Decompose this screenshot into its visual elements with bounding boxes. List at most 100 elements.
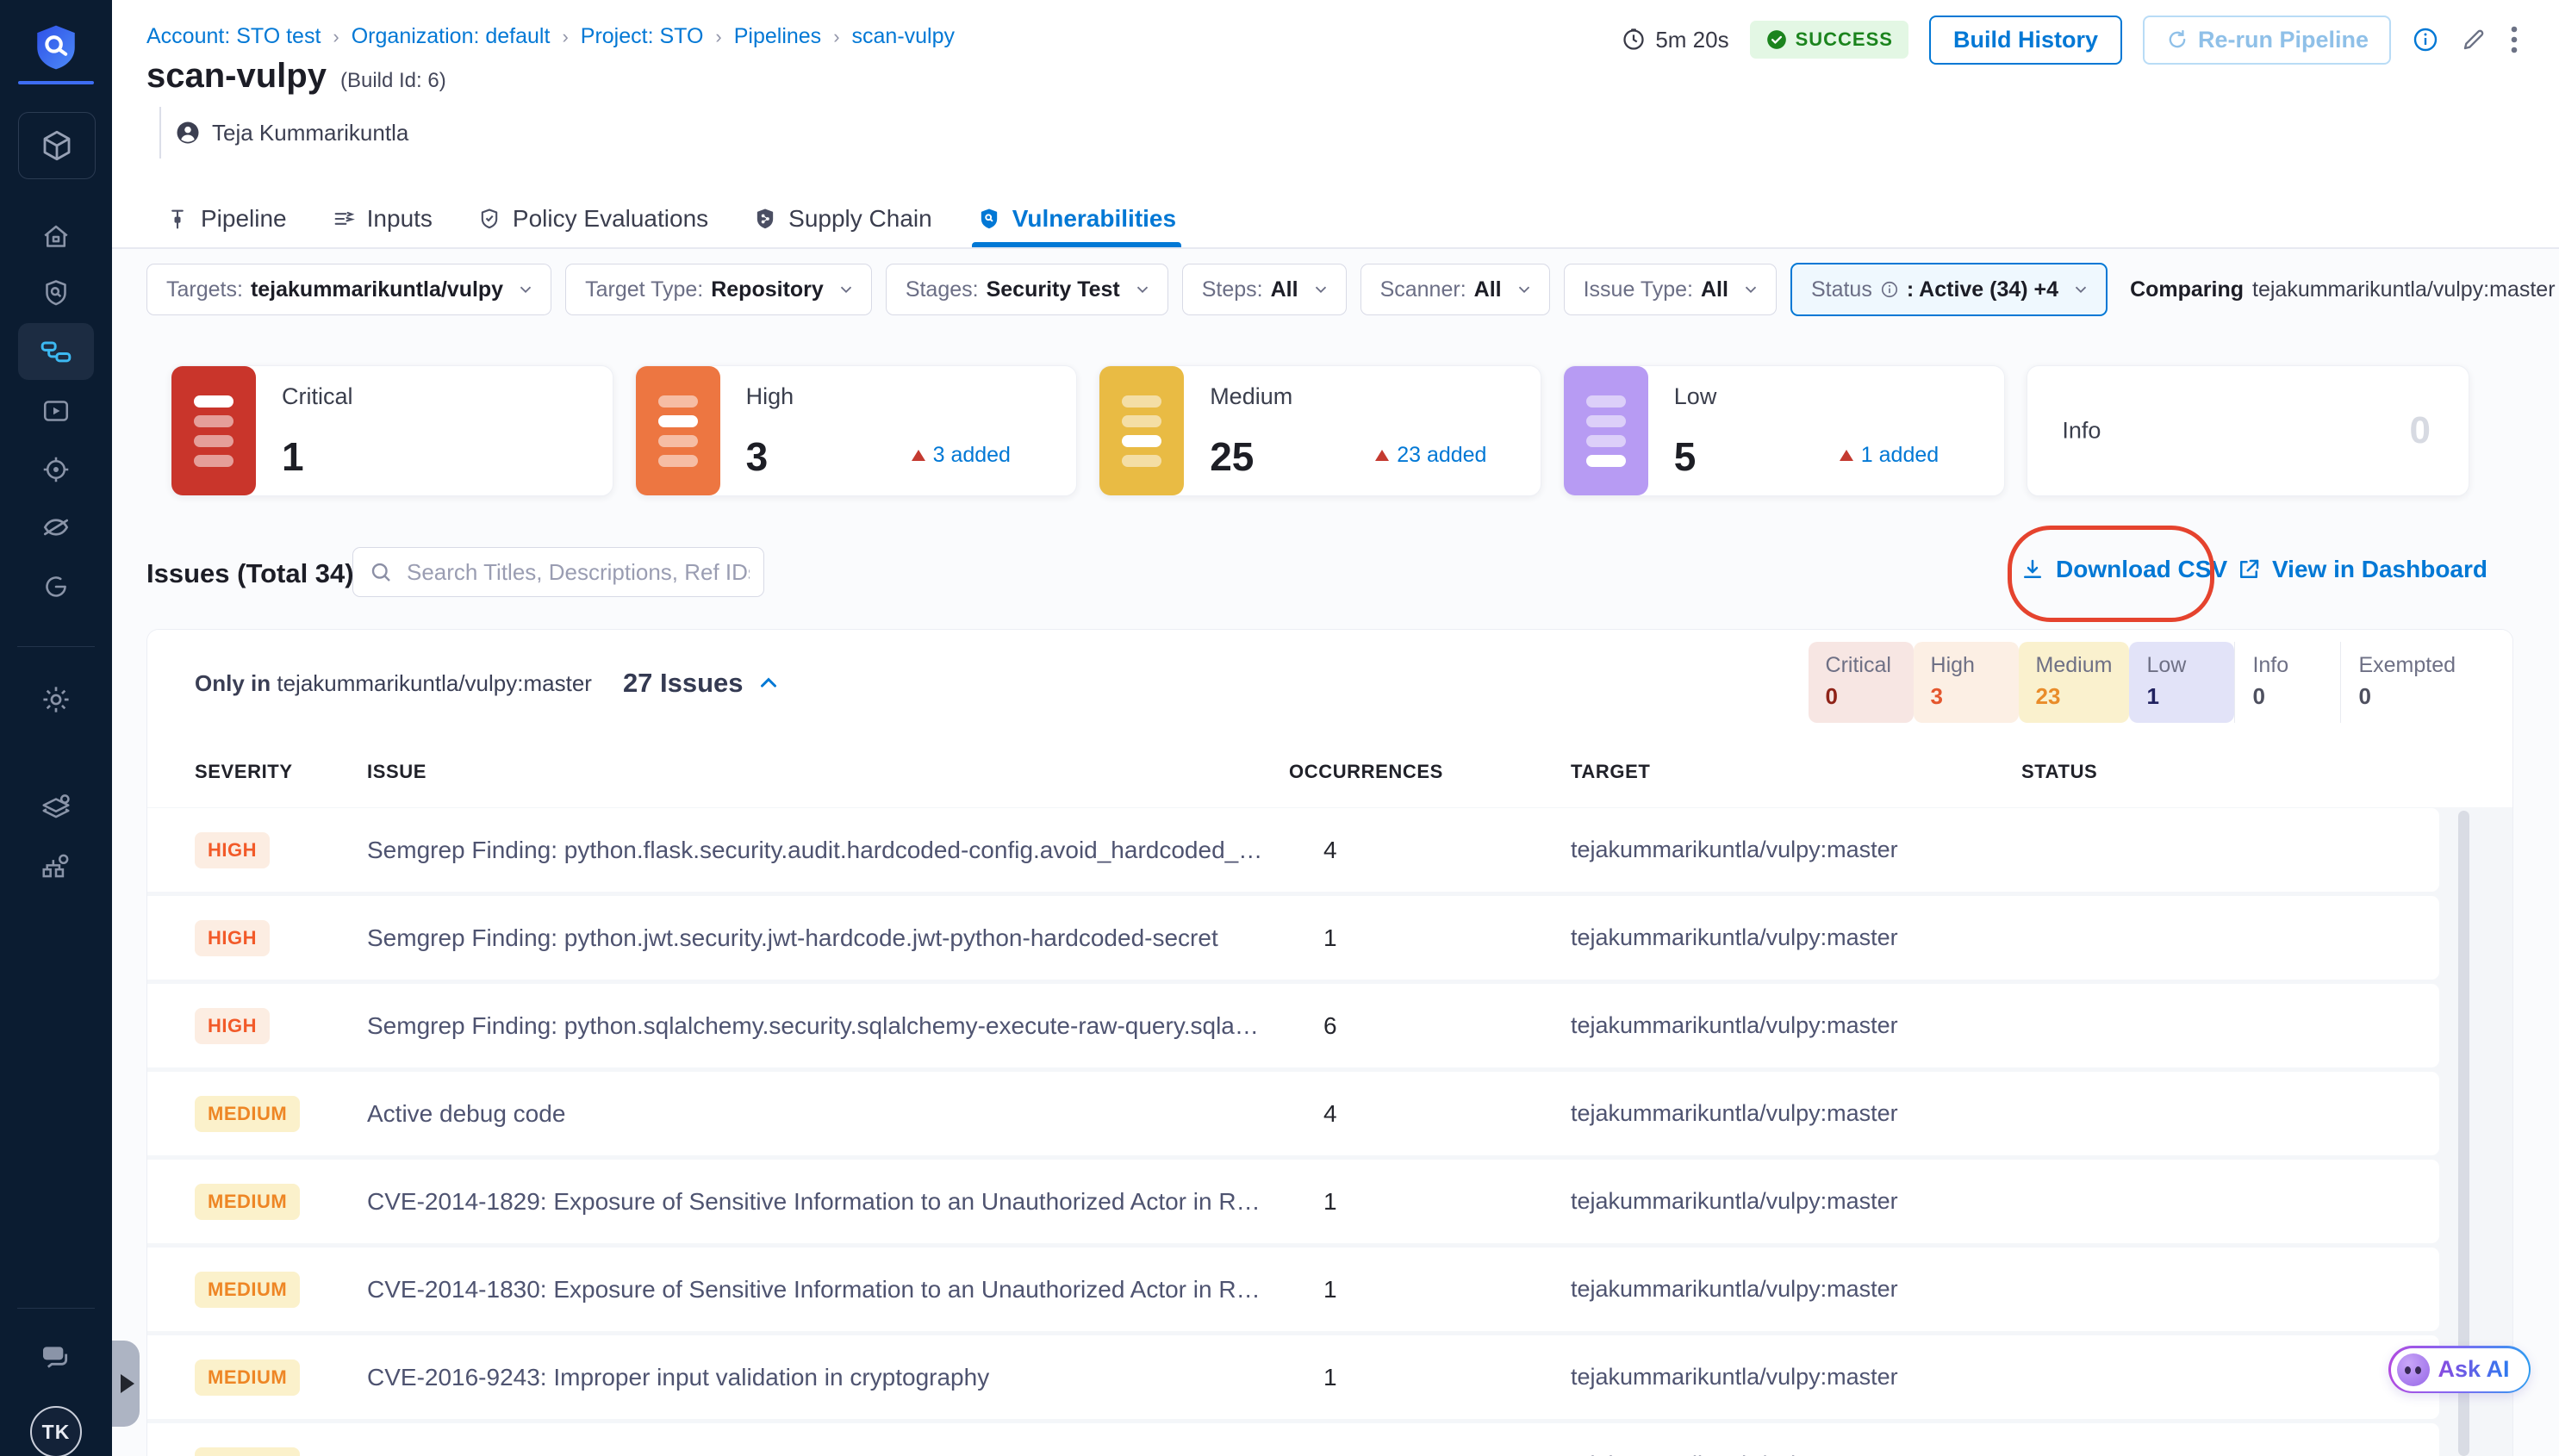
filter-issue-type[interactable]: Issue Type: All (1564, 264, 1777, 315)
nav-home-icon[interactable] (40, 221, 72, 252)
nav-getting-started-icon[interactable] (40, 571, 72, 602)
filter-target-type[interactable]: Target Type: Repository (565, 264, 872, 315)
left-nav-sidebar: ? TK (0, 0, 112, 1456)
chevron-down-icon (837, 280, 856, 299)
tab-pipeline[interactable]: Pipeline (165, 190, 287, 247)
tab-supply-chain[interactable]: Supply Chain (753, 190, 932, 247)
filter-value: : Active (34) +4 (1907, 277, 2058, 302)
filter-label: Issue Type: (1584, 277, 1693, 302)
issue-row-partial[interactable]: MEDIUM CVE-2017-11424: PyJWT vulnerable … (147, 1423, 2439, 1456)
tab-inputs[interactable]: Inputs (332, 190, 433, 247)
col-severity: SEVERITY (195, 761, 367, 783)
card-high[interactable]: High 3 3 added (635, 365, 1078, 496)
breadcrumb-project[interactable]: Project: STO (581, 24, 704, 49)
more-options-kebab-icon[interactable] (2508, 24, 2520, 55)
issue-row[interactable]: MEDIUM CVE-2014-1830: Exposure of Sensit… (147, 1248, 2439, 1331)
card-low[interactable]: Low 5 1 added (1563, 365, 2006, 496)
info-circle-icon (1880, 280, 1899, 299)
tab-label: Supply Chain (788, 205, 932, 233)
info-icon[interactable] (2412, 26, 2439, 53)
breadcrumb-account[interactable]: Account: STO test (146, 24, 321, 49)
nav-targets-icon[interactable] (40, 454, 72, 485)
severity-badge: HIGH (195, 920, 270, 956)
chevron-down-icon (516, 280, 535, 299)
issues-table-body: HIGH Semgrep Finding: python.flask.secur… (147, 808, 2512, 1456)
filter-value: All (1271, 277, 1298, 302)
breadcrumb-org[interactable]: Organization: default (352, 24, 551, 49)
help-chat-icon[interactable]: ? (39, 1340, 73, 1374)
policy-shield-icon (477, 207, 501, 231)
issue-title: Semgrep Finding: python.flask.security.a… (367, 837, 1289, 864)
issue-row[interactable]: HIGH Semgrep Finding: python.jwt.securit… (147, 896, 2439, 980)
nav-executions-icon[interactable] (40, 395, 72, 426)
tab-vulnerabilities-active[interactable]: Vulnerabilities (977, 190, 1176, 247)
ask-ai-label: Ask AI (2438, 1356, 2510, 1383)
run-controls: 5m 20s SUCCESS Build History Re-run Pipe… (1621, 17, 2520, 62)
high-severity-strip (636, 366, 720, 495)
occurrences: 4 (1289, 1100, 1539, 1128)
added-triangle-icon (1840, 450, 1853, 461)
nav-scans-icon[interactable] (40, 277, 72, 308)
breadcrumb-current[interactable]: scan-vulpy (852, 24, 956, 49)
nav-org-structure-icon[interactable] (40, 850, 72, 883)
build-history-button[interactable]: Build History (1929, 16, 2122, 65)
filter-targets[interactable]: Targets: tejakummarikuntla/vulpy (146, 264, 551, 315)
issue-group-header[interactable]: Only in tejakummarikuntla/vulpy:master 2… (195, 668, 781, 699)
card-medium[interactable]: Medium 25 23 added (1099, 365, 1541, 496)
severity-cards: Critical 1 High 3 3 added Medium 25 23 a… (171, 365, 2469, 496)
issue-row[interactable]: HIGH Semgrep Finding: python.flask.secur… (147, 808, 2439, 892)
search-input[interactable] (352, 547, 764, 597)
tab-policy-evaluations[interactable]: Policy Evaluations (477, 190, 708, 247)
nav-pipelines-active[interactable] (18, 323, 94, 380)
card-label: Critical (282, 383, 353, 410)
issue-row[interactable]: MEDIUM CVE-2016-9243: Improper input val… (147, 1335, 2439, 1419)
nav-default-settings-icon[interactable] (40, 791, 72, 824)
filter-steps[interactable]: Steps: All (1182, 264, 1347, 315)
chip-medium: Medium 23 (2019, 642, 2130, 723)
nav-settings-icon[interactable] (40, 683, 72, 716)
card-critical[interactable]: Critical 1 (171, 365, 613, 496)
added-text: 1 added (1861, 443, 1939, 468)
breadcrumb-pipelines[interactable]: Pipelines (734, 24, 821, 49)
title-row: scan-vulpy (Build Id: 6) (146, 57, 446, 96)
edit-pipeline-icon[interactable] (2460, 26, 2487, 53)
download-csv-button[interactable]: Download CSV (2020, 556, 2227, 583)
rerun-pipeline-button[interactable]: Re-run Pipeline (2143, 16, 2391, 65)
chip-value: 0 (2358, 683, 2456, 710)
breadcrumb-separator: › (562, 26, 568, 48)
nav-security-review-icon[interactable] (40, 511, 72, 544)
user-avatar[interactable]: TK (30, 1406, 82, 1456)
breadcrumb: Account: STO test › Organization: default… (146, 24, 955, 49)
card-label: High (746, 383, 794, 410)
chevron-down-icon (1311, 280, 1330, 299)
filter-status[interactable]: Status : Active (34) +4 (1790, 263, 2108, 316)
pipeline-tab-icon (165, 207, 190, 231)
refresh-icon (2165, 28, 2189, 52)
severity-badge: MEDIUM (195, 1360, 300, 1396)
filter-scanner[interactable]: Scanner: All (1360, 264, 1550, 315)
severity-summary-chips: Critical 0 High 3 Medium 23 Low 1 Info (1809, 642, 2473, 723)
sidebar-divider-bottom (17, 1308, 95, 1309)
sidebar-expand-handle[interactable] (112, 1341, 140, 1427)
filter-stages[interactable]: Stages: Security Test (886, 264, 1168, 315)
filter-value: Repository (711, 277, 824, 302)
target: tejakummarikuntla/vulpy:master (1539, 1276, 1987, 1303)
severity-badge: MEDIUM (195, 1447, 300, 1456)
filter-value: All (1474, 277, 1502, 302)
chip-high: High 3 (1914, 642, 2019, 723)
ask-ai-button[interactable]: Ask AI (2388, 1346, 2531, 1393)
svg-text:?: ? (50, 1348, 57, 1360)
filter-label: Stages: (906, 277, 979, 302)
filter-bar: Targets: tejakummarikuntla/vulpy Target … (146, 263, 2559, 316)
chip-value: 23 (2036, 683, 2113, 710)
chevron-up-icon[interactable] (756, 670, 781, 696)
view-in-dashboard-button[interactable]: View in Dashboard (2236, 556, 2487, 583)
module-selector-button[interactable] (18, 112, 96, 179)
issue-row[interactable]: MEDIUM Active debug code 4 tejakummariku… (147, 1072, 2439, 1155)
card-count: 5 (1674, 433, 1697, 480)
status-text: SUCCESS (1796, 28, 1893, 51)
card-info[interactable]: Info 0 (2027, 365, 2469, 496)
issue-row[interactable]: MEDIUM CVE-2014-1829: Exposure of Sensit… (147, 1160, 2439, 1243)
issue-row[interactable]: HIGH Semgrep Finding: python.sqlalchemy.… (147, 984, 2439, 1067)
critical-severity-strip (171, 366, 256, 495)
